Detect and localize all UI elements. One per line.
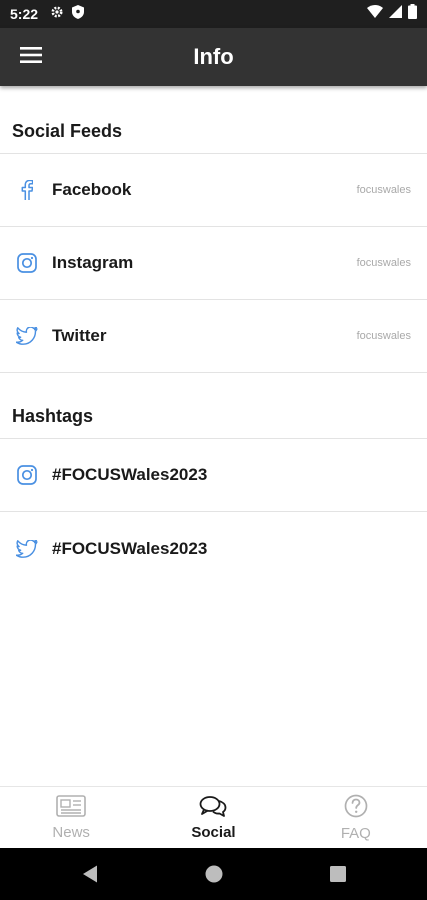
battery-icon: [408, 4, 417, 24]
signal-icon: [389, 5, 402, 23]
tab-label: FAQ: [340, 824, 371, 842]
social-feed-label: Instagram: [52, 253, 134, 272]
bottom-nav: News Social FAQ: [0, 786, 427, 848]
home-icon[interactable]: [204, 864, 224, 884]
status-bar: 5:22: [0, 0, 427, 28]
tab-label: News: [52, 823, 90, 841]
social-feed-row-instagram[interactable]: Instagram focuswales: [0, 227, 427, 300]
twitter-icon: [16, 538, 38, 560]
shield-icon: [72, 4, 85, 24]
info-content: Social Feeds Facebook focuswales Instagr…: [0, 86, 427, 786]
section-header-hashtags: Hashtags: [0, 373, 427, 439]
social-feed-row-twitter[interactable]: Twitter focuswales: [0, 300, 427, 373]
hashtag-row-instagram[interactable]: #FOCUSWales2023: [0, 439, 427, 512]
hamburger-icon: [20, 46, 42, 68]
wifi-icon: [367, 5, 383, 23]
newspaper-icon: [56, 794, 86, 822]
tab-news[interactable]: News: [0, 787, 142, 848]
social-feed-handle: focuswales: [356, 184, 411, 196]
menu-button[interactable]: [14, 42, 48, 72]
status-time: 5:22: [10, 6, 39, 22]
tab-faq[interactable]: FAQ: [285, 787, 427, 848]
app-bar: Info: [0, 28, 427, 86]
back-icon[interactable]: [80, 864, 100, 884]
social-feed-handle: focuswales: [356, 257, 411, 269]
social-feed-label: Twitter: [52, 326, 107, 345]
hashtag-row-twitter[interactable]: #FOCUSWales2023: [0, 512, 427, 585]
section-header-social-feeds: Social Feeds: [0, 86, 427, 154]
page-title: Info: [193, 44, 234, 69]
tab-social[interactable]: Social: [142, 787, 284, 848]
facebook-icon: [16, 179, 38, 201]
chat-bubbles-icon: [199, 795, 227, 822]
tab-label: Social: [191, 823, 236, 841]
hashtag-label: #FOCUSWales2023: [52, 538, 208, 558]
social-feed-label: Facebook: [52, 180, 132, 199]
twitter-icon: [16, 325, 38, 347]
question-circle-icon: [344, 794, 368, 823]
instagram-icon: [16, 464, 38, 486]
social-feed-handle: focuswales: [356, 330, 411, 342]
hashtag-label: #FOCUSWales2023: [52, 465, 208, 484]
gear-icon: [50, 5, 64, 24]
social-feed-row-facebook[interactable]: Facebook focuswales: [0, 154, 427, 227]
instagram-icon: [16, 252, 38, 274]
system-nav-bar: [0, 848, 427, 900]
recents-icon[interactable]: [328, 864, 348, 884]
